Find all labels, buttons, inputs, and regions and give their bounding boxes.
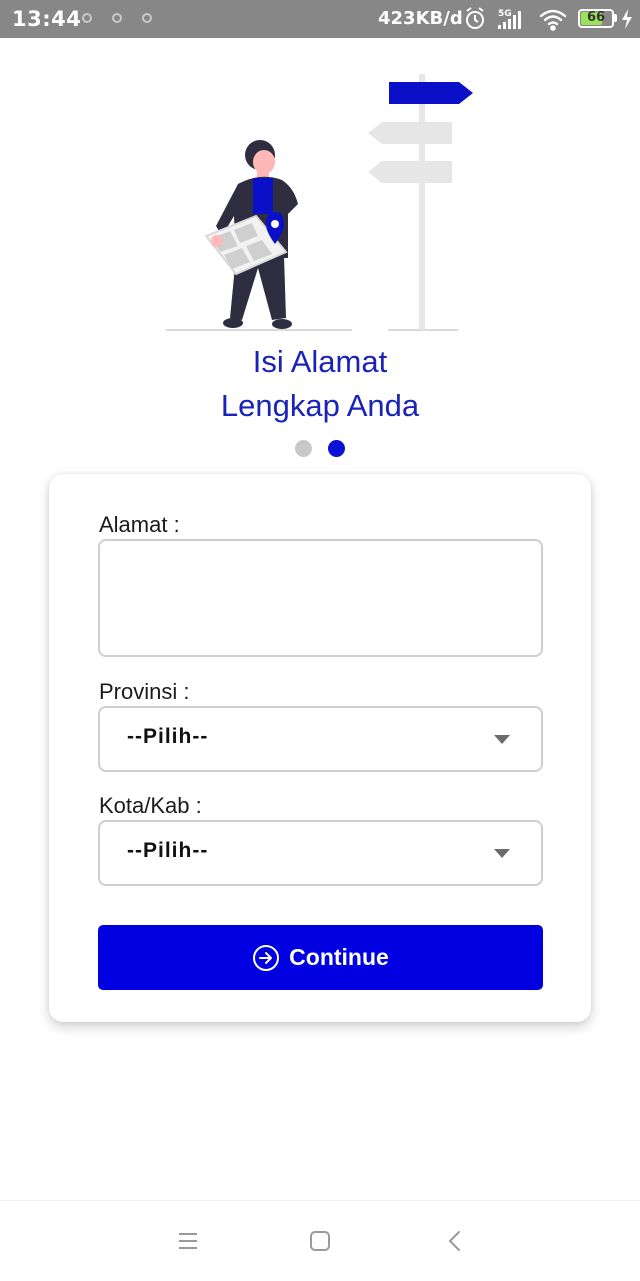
chevron-down-icon <box>494 735 510 744</box>
city-label: Kota/Kab : <box>99 793 202 818</box>
signpost-icon <box>368 74 473 330</box>
page-dot-1[interactable] <box>295 440 312 457</box>
status-icons: 5G <box>466 7 567 31</box>
network-type: 5G <box>498 9 512 19</box>
notification-icon <box>142 13 152 23</box>
chevron-down-icon <box>494 849 510 858</box>
notification-icon <box>112 13 122 23</box>
province-select[interactable]: --Pilih-- <box>98 706 543 772</box>
address-label: Alamat : <box>99 512 180 537</box>
home-icon[interactable] <box>308 1229 332 1253</box>
network-speed: 423KB/d <box>378 8 463 29</box>
province-select-value: --Pilih-- <box>127 725 209 748</box>
continue-button-label: Continue <box>289 944 389 970</box>
notification-icon <box>82 13 92 23</box>
arrow-circle-right-icon <box>253 944 280 971</box>
person-with-map-icon <box>204 140 298 329</box>
page-indicator <box>295 440 345 457</box>
continue-button[interactable]: Continue <box>98 925 543 990</box>
battery-cap <box>614 14 617 22</box>
city-select-value: --Pilih-- <box>127 839 209 862</box>
status-bar: 13:44 423KB/d 5G 66 <box>0 0 640 38</box>
alarm-icon <box>466 7 484 29</box>
hero-illustration <box>166 74 473 331</box>
battery-icon: 66 <box>578 9 614 28</box>
title-line-1: Isi Alamat <box>252 344 388 379</box>
title-line-2: Lengkap Anda <box>220 388 420 423</box>
status-time: 13:44 <box>12 7 82 31</box>
city-select[interactable]: --Pilih-- <box>98 820 543 886</box>
battery-level: 66 <box>586 10 606 25</box>
system-nav-bar <box>0 1200 640 1281</box>
wifi-icon <box>539 9 567 31</box>
onboarding-title: Isi Alamat Lengkap Anda <box>0 340 640 428</box>
charging-icon <box>622 9 632 29</box>
notification-icons <box>82 13 152 23</box>
address-input[interactable] <box>98 539 543 657</box>
page-dot-2[interactable] <box>328 440 345 457</box>
address-form-card: Alamat : Provinsi : --Pilih-- Kota/Kab :… <box>49 474 591 1022</box>
province-label: Provinsi : <box>99 679 190 704</box>
menu-icon[interactable] <box>176 1229 200 1253</box>
back-icon[interactable] <box>443 1229 467 1253</box>
